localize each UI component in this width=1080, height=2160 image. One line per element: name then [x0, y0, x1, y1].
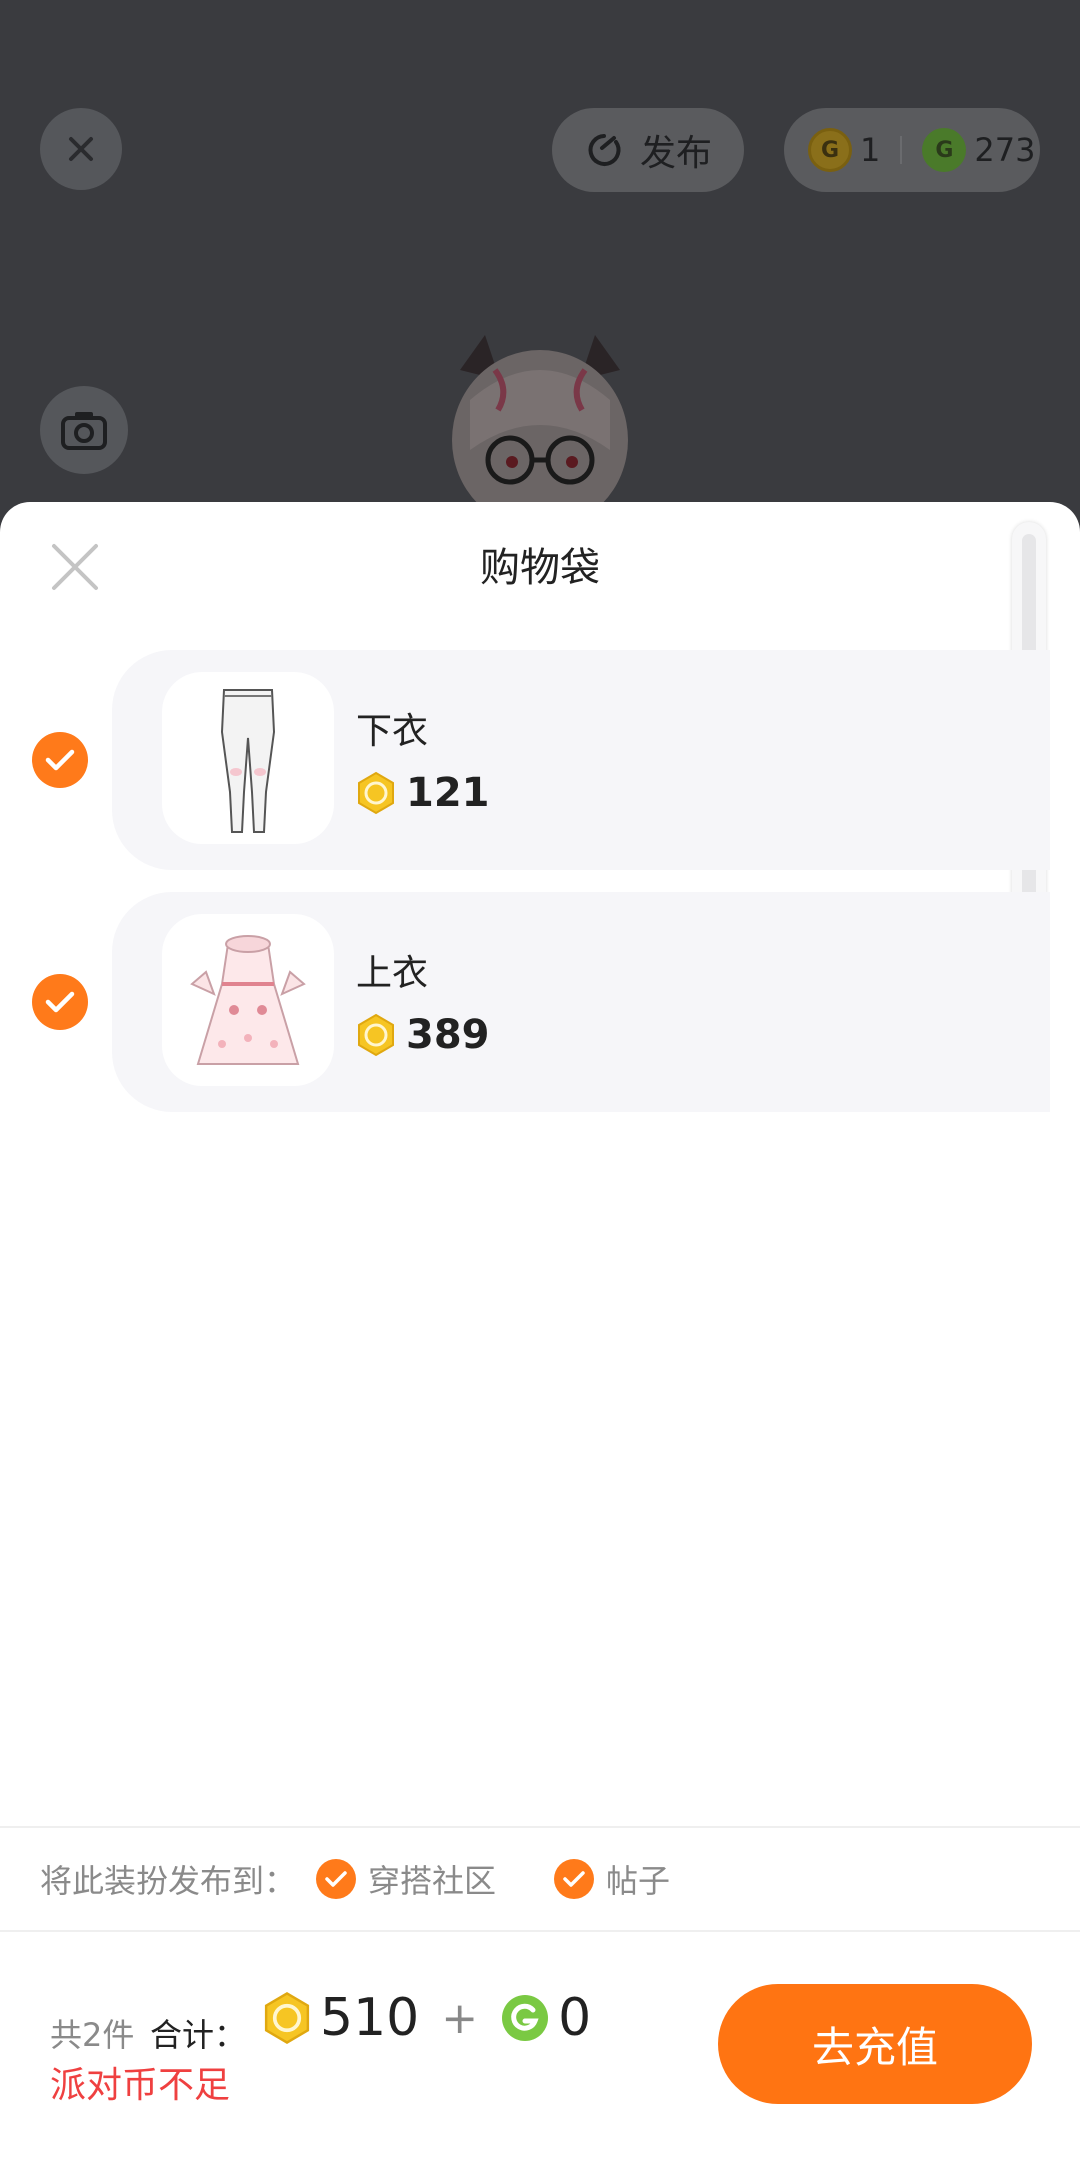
leggings-image — [220, 689, 276, 833]
check-icon — [45, 749, 75, 771]
green-coin-count: 273 — [974, 131, 1036, 169]
camera-icon — [61, 412, 107, 450]
sheet-title: 购物袋 — [480, 545, 600, 591]
green-coin-icon — [502, 1995, 549, 2041]
publish-option-community[interactable]: 穿搭社区 — [316, 1856, 496, 1902]
publish-destination-label: 将此装扮发布到： — [40, 1862, 297, 1900]
divider — [0, 1930, 1080, 1932]
close-icon — [69, 137, 93, 161]
avatar-preview — [452, 335, 628, 510]
item-name: 下衣 — [356, 711, 429, 752]
item-price-value: 121 — [406, 770, 490, 816]
item-price-value: 389 — [406, 1012, 490, 1058]
item-name: 上衣 — [356, 953, 429, 994]
insufficient-balance-warning: 派对币不足 — [50, 2065, 231, 2106]
gold-coin-icon: G — [808, 128, 852, 172]
check-icon — [45, 991, 75, 1013]
editor-background: 发布 G 1 G 273 — [0, 0, 1080, 560]
refresh-arrow-icon — [588, 134, 621, 166]
editor-close-button[interactable] — [40, 108, 122, 190]
item-price: 121 — [356, 770, 490, 816]
total-amount: 510 + 0 — [262, 1988, 591, 2048]
gold-total-value: 510 — [320, 1988, 420, 2048]
item-checkbox[interactable] — [32, 732, 88, 788]
gold-coin-icon — [358, 771, 394, 815]
cart-item-card[interactable]: 下衣 121 — [112, 650, 1050, 870]
publish-option-label: 穿搭社区 — [368, 1862, 497, 1900]
publish-label: 发布 — [640, 133, 713, 174]
item-count: 共2件 — [50, 2016, 135, 2054]
check-icon — [316, 1859, 357, 1899]
coin-separator — [900, 136, 903, 164]
publish-option-post[interactable]: 帖子 — [554, 1856, 670, 1902]
check-icon — [554, 1859, 595, 1899]
coin-balance-pill[interactable]: G 1 G 273 — [784, 108, 1040, 192]
dress-image — [190, 935, 306, 1065]
gold-coin-icon — [264, 1992, 310, 2044]
item-price: 389 — [356, 1012, 490, 1058]
publish-option-label: 帖子 — [606, 1862, 671, 1900]
item-checkbox[interactable] — [32, 974, 88, 1030]
camera-button[interactable] — [40, 386, 128, 474]
publish-destination-row: 将此装扮发布到： 穿搭社区 帖子 — [40, 1854, 670, 1904]
gold-coin-icon — [358, 1013, 394, 1057]
recharge-button[interactable]: 去充值 — [718, 1984, 1032, 2104]
item-thumbnail-pants — [162, 672, 334, 844]
divider — [0, 1826, 1080, 1828]
gold-coin-count: 1 — [860, 131, 881, 169]
green-total-value: 0 — [558, 1988, 592, 2048]
plus-sign: + — [441, 1992, 479, 2044]
cart-item-card[interactable]: 上衣 389 — [112, 892, 1050, 1112]
green-coin-icon: G — [922, 128, 967, 172]
publish-button[interactable]: 发布 — [552, 108, 744, 192]
item-thumbnail-dress — [162, 914, 334, 1086]
total-label: 合计： — [150, 2016, 247, 2054]
